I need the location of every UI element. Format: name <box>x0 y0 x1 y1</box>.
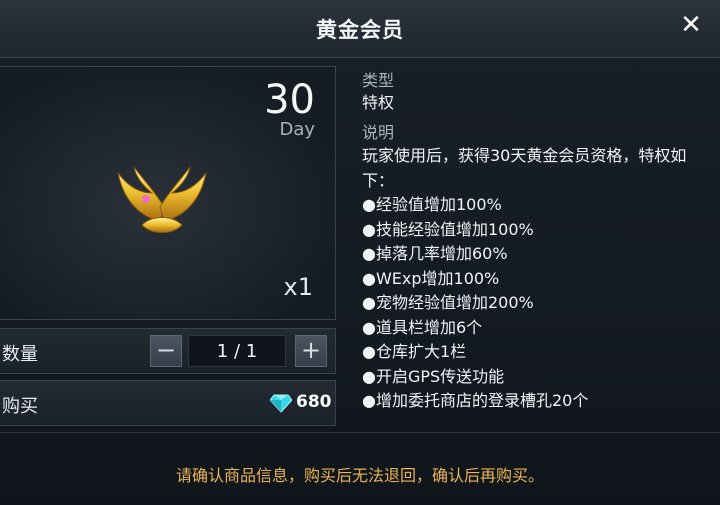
purchase-notice: 请确认商品信息，购买后无法退回，确认后再购买。 <box>175 466 544 485</box>
benefit-item: ●宠物经验值增加200% <box>362 293 534 312</box>
quantity-value[interactable]: 1 / 1 <box>188 335 286 367</box>
benefit-item: ●技能经验值增加100% <box>362 219 534 239</box>
item-preview-panel: 30 Day x1 <box>0 66 336 320</box>
benefit-item: ●经验值增加100% <box>362 195 502 214</box>
benefit-item: ●增加委托商店的登录槽孔20个 <box>362 391 589 410</box>
dialog-title: 黄金会员 <box>316 18 404 42</box>
close-icon: ✕ <box>680 10 702 40</box>
description-heading: 说明 <box>362 123 395 142</box>
type-heading: 类型 <box>362 71 395 90</box>
type-value: 特权 <box>362 93 395 112</box>
benefit-item: ●道具栏增加6个 <box>362 317 483 337</box>
benefit-item: ●WExp增加100% <box>362 268 500 288</box>
increase-quantity-button[interactable]: + <box>295 335 327 367</box>
quantity-label: 数量 <box>2 344 38 365</box>
purchase-dialog: 黄金会员 ✕ 30 Day x1 数量 − 1 / 1 + 购买 680 类型 … <box>0 0 720 505</box>
minus-icon: − <box>155 336 177 364</box>
close-button[interactable]: ✕ <box>676 10 706 40</box>
quantity-row: 数量 − 1 / 1 + <box>0 328 336 374</box>
title-bar: 黄金会员 ✕ <box>0 0 720 58</box>
description-intro: 玩家使用后，获得30天黄金会员资格，特权如下： <box>362 146 687 190</box>
purchase-row[interactable]: 购买 680 <box>0 380 336 426</box>
benefit-item: ●仓库扩大1栏 <box>362 342 467 361</box>
benefit-item: ●开启GPS传送功能 <box>362 366 505 386</box>
price-value: 680 <box>296 392 332 412</box>
diamond-icon <box>270 394 292 413</box>
plus-icon: + <box>300 336 322 364</box>
benefit-item: ●掉落几率增加60% <box>362 244 508 263</box>
divider <box>0 432 720 433</box>
item-description: 类型 特权 说明 玩家使用后，获得30天黄金会员资格，特权如下： ●经验值增加1… <box>362 70 712 414</box>
duration-value: 30 <box>264 77 315 123</box>
purchase-label: 购买 <box>2 396 38 417</box>
decrease-quantity-button[interactable]: − <box>150 335 182 367</box>
golden-wings-icon <box>117 166 207 233</box>
duration-unit: Day <box>279 119 315 140</box>
quantity-badge: x1 <box>283 273 313 301</box>
